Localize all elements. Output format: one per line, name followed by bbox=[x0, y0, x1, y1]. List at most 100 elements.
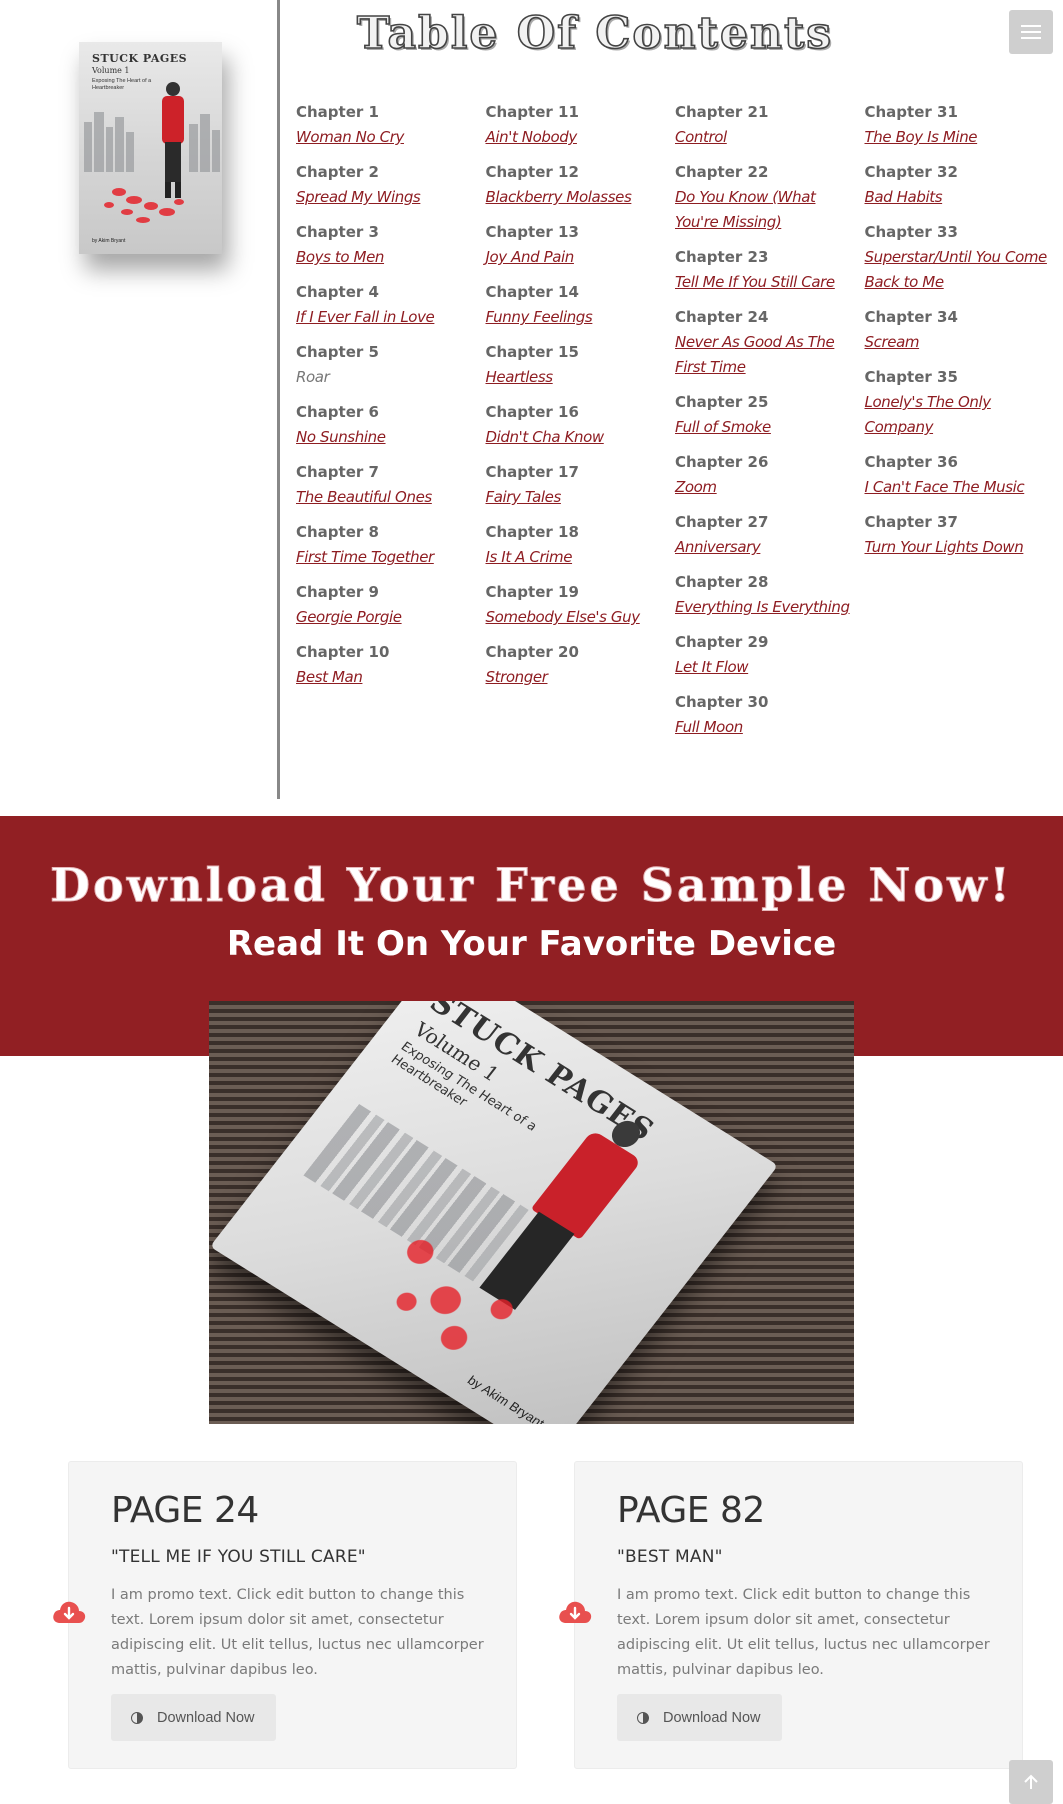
chapter-number: Chapter 3 bbox=[296, 223, 379, 241]
chapter-link[interactable]: Never As Good As The First Time bbox=[675, 330, 858, 380]
chapter-number: Chapter 23 bbox=[675, 248, 769, 266]
chapter-item: Chapter 31 The Boy Is Mine bbox=[865, 100, 1055, 150]
page-title: Table Of Contents bbox=[356, 7, 834, 60]
chapter-link[interactable]: Full of Smoke bbox=[675, 415, 858, 440]
chapter-link[interactable]: Let It Flow bbox=[675, 655, 858, 680]
chapter-item: Chapter 36 I Can't Face The Music bbox=[865, 450, 1055, 500]
chapter-item: Chapter 8 First Time Together bbox=[296, 520, 486, 570]
chapter-link[interactable]: Funny Feelings bbox=[486, 305, 669, 330]
card-song-title: "BEST MAN" bbox=[617, 1547, 723, 1567]
sample-card: PAGE 82 "BEST MAN" I am promo text. Clic… bbox=[574, 1461, 1023, 1769]
chapter-link[interactable]: Lonely's The Only Company bbox=[865, 390, 1048, 440]
chapter-item: Chapter 3 Boys to Men bbox=[296, 220, 486, 270]
chapter-link[interactable]: Boys to Men bbox=[296, 245, 479, 270]
chapter-link[interactable]: Tell Me If You Still Care bbox=[675, 270, 858, 295]
chapter-number: Chapter 6 bbox=[296, 403, 379, 421]
cloud-download-icon bbox=[559, 1601, 592, 1623]
chapter-number: Chapter 27 bbox=[675, 513, 769, 531]
chapter-link[interactable]: Fairy Tales bbox=[486, 485, 669, 510]
chapter-number: Chapter 7 bbox=[296, 463, 379, 481]
chapter-link[interactable]: First Time Together bbox=[296, 545, 479, 570]
chapter-number: Chapter 4 bbox=[296, 283, 379, 301]
chapter-item: Chapter 29 Let It Flow bbox=[675, 630, 865, 680]
chapter-link[interactable]: Joy And Pain bbox=[486, 245, 669, 270]
chapter-link[interactable]: Stronger bbox=[486, 665, 669, 690]
chapter-item: Chapter 13 Joy And Pain bbox=[486, 220, 676, 270]
chapter-number: Chapter 29 bbox=[675, 633, 769, 651]
chapter-link[interactable]: Best Man bbox=[296, 665, 479, 690]
chapter-item: Chapter 9 Georgie Porgie bbox=[296, 580, 486, 630]
chapter-item: Chapter 18 Is It A Crime bbox=[486, 520, 676, 570]
chapter-link[interactable]: Control bbox=[675, 125, 858, 150]
chapter-item: Chapter 21 Control bbox=[675, 100, 865, 150]
download-now-button[interactable]: Download Now bbox=[111, 1694, 276, 1741]
chapter-title: Roar bbox=[296, 368, 330, 386]
chapter-number: Chapter 28 bbox=[675, 573, 769, 591]
chapter-number: Chapter 20 bbox=[485, 643, 579, 661]
chapter-number: Chapter 21 bbox=[675, 103, 769, 121]
toc-column-3: Chapter 21 Control Chapter 22 Do You Know … bbox=[675, 100, 865, 750]
chapter-item: Chapter 5 Roar bbox=[296, 340, 486, 390]
chapter-number: Chapter 16 bbox=[485, 403, 579, 421]
chapter-link[interactable]: Bad Habits bbox=[865, 185, 1048, 210]
chapter-number: Chapter 10 bbox=[296, 643, 390, 661]
chapter-link[interactable]: The Beautiful Ones bbox=[296, 485, 479, 510]
chapter-item: Chapter 27 Anniversary bbox=[675, 510, 865, 560]
half-circle-icon bbox=[637, 1711, 649, 1724]
chapter-link[interactable]: Anniversary bbox=[675, 535, 858, 560]
chapter-item: Chapter 24 Never As Good As The First Tim… bbox=[675, 305, 865, 380]
card-song-title: "TELL ME IF YOU STILL CARE" bbox=[111, 1547, 366, 1567]
chapter-number: Chapter 8 bbox=[296, 523, 379, 541]
hamburger-menu-icon[interactable] bbox=[1009, 10, 1053, 54]
chapter-item: Chapter 12 Blackberry Molasses bbox=[486, 160, 676, 210]
chapter-item: Chapter 33 Superstar/Until You Come Back … bbox=[865, 220, 1055, 295]
chapter-number: Chapter 30 bbox=[675, 693, 769, 711]
chapter-number: Chapter 25 bbox=[675, 393, 769, 411]
scroll-to-top-button[interactable] bbox=[1009, 1760, 1053, 1804]
chapter-link[interactable]: Do You Know (What You're Missing) bbox=[675, 185, 858, 235]
chapter-item: Chapter 11 Ain't Nobody bbox=[486, 100, 676, 150]
chapter-link[interactable]: Superstar/Until You Come Back to Me bbox=[865, 245, 1048, 295]
chapter-item: Chapter 10 Best Man bbox=[296, 640, 486, 690]
chapter-link[interactable]: Woman No Cry bbox=[296, 125, 479, 150]
chapter-link[interactable]: Georgie Porgie bbox=[296, 605, 479, 630]
chapter-link[interactable]: Is It A Crime bbox=[486, 545, 669, 570]
chapter-item: Chapter 15 Heartless bbox=[486, 340, 676, 390]
chapter-link[interactable]: Somebody Else's Guy bbox=[486, 605, 669, 630]
page: STUCK PAGES Volume 1 Exposing The Heart … bbox=[0, 0, 1063, 1804]
download-now-button[interactable]: Download Now bbox=[617, 1694, 782, 1741]
chapter-number: Chapter 26 bbox=[675, 453, 769, 471]
chapter-item: Chapter 14 Funny Feelings bbox=[486, 280, 676, 330]
chapter-link[interactable]: Heartless bbox=[486, 365, 669, 390]
chapter-link[interactable]: Everything Is Everything bbox=[675, 595, 858, 620]
chapter-link[interactable]: Zoom bbox=[675, 475, 858, 500]
book-cover-thumbnail: STUCK PAGES Volume 1 Exposing The Heart … bbox=[79, 42, 222, 254]
chapter-link[interactable]: Full Moon bbox=[675, 715, 858, 740]
chapter-item: Chapter 35 Lonely's The Only Company bbox=[865, 365, 1055, 440]
card-page-number: PAGE 82 bbox=[617, 1490, 765, 1531]
arrow-up-icon bbox=[1024, 1774, 1038, 1789]
card-page-number: PAGE 24 bbox=[111, 1490, 259, 1531]
chapter-item: Chapter 23 Tell Me If You Still Care bbox=[675, 245, 865, 295]
chapter-number: Chapter 18 bbox=[485, 523, 579, 541]
chapter-number: Chapter 36 bbox=[864, 453, 958, 471]
toc-column-1: Chapter 1 Woman No Cry Chapter 2 Spread My… bbox=[296, 100, 486, 750]
card-promo-text: I am promo text. Click edit button to ch… bbox=[617, 1587, 990, 1678]
chapter-link[interactable]: Scream bbox=[865, 330, 1048, 355]
button-label: Download Now bbox=[157, 1709, 255, 1726]
chapter-link[interactable]: Blackberry Molasses bbox=[486, 185, 669, 210]
chapter-link[interactable]: Ain't Nobody bbox=[486, 125, 669, 150]
chapter-item: Chapter 1 Woman No Cry bbox=[296, 100, 486, 150]
chapter-link[interactable]: If I Ever Fall in Love bbox=[296, 305, 479, 330]
chapter-item: Chapter 25 Full of Smoke bbox=[675, 390, 865, 440]
chapter-link[interactable]: No Sunshine bbox=[296, 425, 479, 450]
chapter-item: Chapter 32 Bad Habits bbox=[865, 160, 1055, 210]
chapter-link[interactable]: Turn Your Lights Down bbox=[865, 535, 1048, 560]
chapter-link[interactable]: The Boy Is Mine bbox=[865, 125, 1048, 150]
chapter-link[interactable]: Didn't Cha Know bbox=[486, 425, 669, 450]
chapter-link[interactable]: I Can't Face The Music bbox=[865, 475, 1048, 500]
chapter-item: Chapter 34 Scream bbox=[865, 305, 1055, 355]
chapter-link[interactable]: Spread My Wings bbox=[296, 185, 479, 210]
chapter-item: Chapter 17 Fairy Tales bbox=[486, 460, 676, 510]
chapter-number: Chapter 11 bbox=[485, 103, 579, 121]
